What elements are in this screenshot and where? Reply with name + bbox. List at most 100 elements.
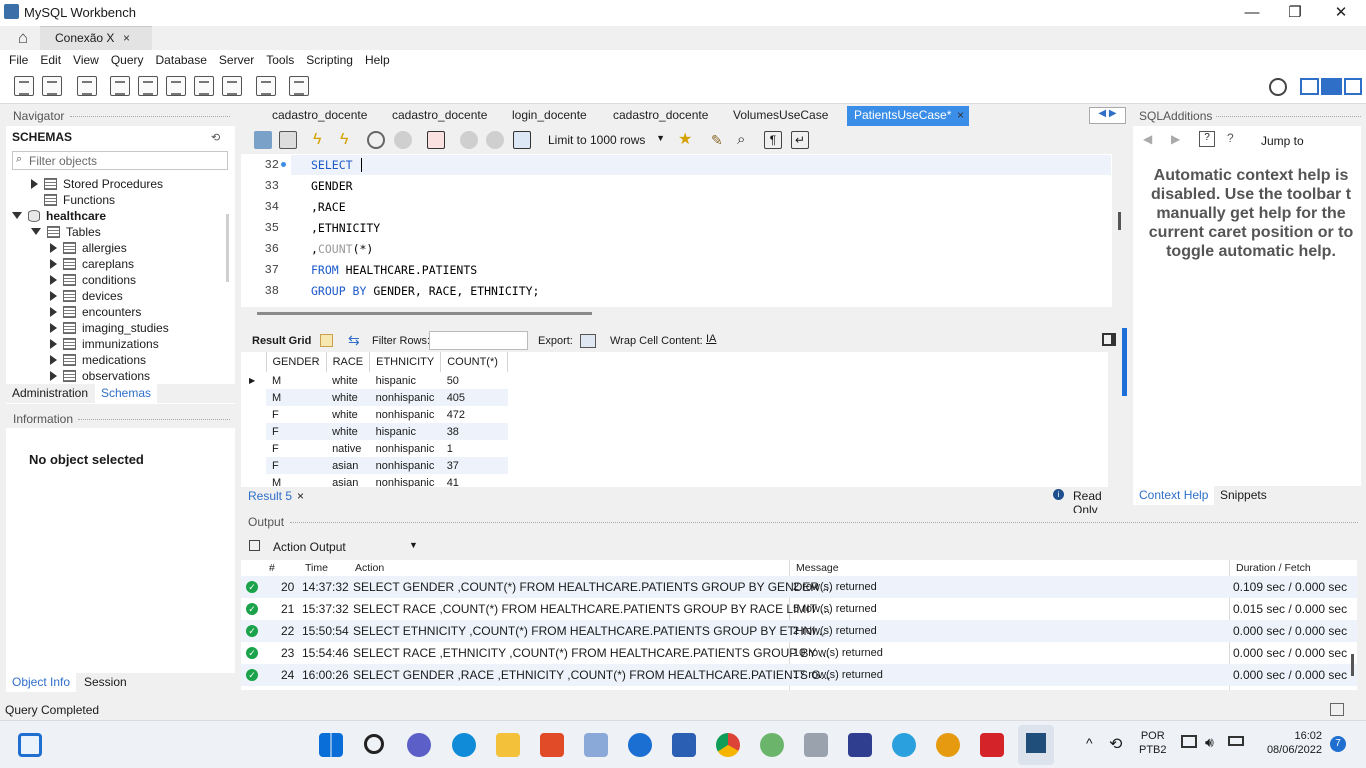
tab-context-help[interactable]: Context Help [1133,486,1215,505]
tab-scroll-arrows-icon[interactable]: ◀ ▶ [1089,107,1126,124]
reconnect-icon[interactable] [289,76,309,96]
inspector-icon[interactable] [77,76,97,96]
grid-view-icon[interactable] [320,334,333,347]
tree-item-healthcare[interactable]: healthcare [12,208,106,224]
status-panel-icon[interactable] [1330,703,1344,716]
toggle-secondary-sidebar-icon[interactable] [1344,78,1362,95]
editor-scrollbar[interactable] [1118,212,1121,230]
search-icon[interactable] [364,734,384,754]
tab-schemas[interactable]: Schemas [95,384,158,403]
commit-icon[interactable] [460,131,478,149]
navigator-scrollbar[interactable] [226,214,229,282]
table-row[interactable]: Fwhite nonhispanic 472 [241,406,508,423]
new-sql-tab-icon[interactable] [14,76,34,96]
file-explorer-icon[interactable] [496,733,520,757]
home-icon[interactable]: ⌂ [8,28,38,48]
tree-item-table[interactable]: observations [50,368,150,384]
rollback-icon[interactable] [486,131,504,149]
wrap-cell-icon[interactable]: IA [706,333,716,345]
menu-tools[interactable]: Tools [262,50,302,70]
edge-icon[interactable] [452,733,476,757]
autocommit-icon[interactable] [513,131,531,149]
tree-item-table[interactable]: medications [50,352,146,368]
column-header[interactable]: COUNT(*) [440,352,509,372]
find-icon[interactable]: ⌕ [737,131,755,149]
toggle-result-panel-icon[interactable] [1102,333,1116,346]
menu-database[interactable]: Database [152,50,215,70]
table-row[interactable]: Fnative nonhispanic 1 [241,440,508,457]
invisible-chars-icon[interactable]: ¶ [764,131,782,149]
toggle-output-icon[interactable] [1321,78,1342,95]
acrobat-icon[interactable] [980,733,1004,757]
printer-icon[interactable] [804,733,828,757]
table-row[interactable]: Masian nonhispanic 41 [241,474,508,488]
chevron-up-icon[interactable]: ^ [1086,735,1093,751]
beautify-icon[interactable]: ✎ [711,131,729,149]
windows-start-icon[interactable] [319,733,343,757]
copy-icon[interactable] [249,540,260,551]
office-icon[interactable] [540,733,564,757]
tree-item-functions[interactable]: Functions [44,192,115,208]
minimize-button[interactable]: — [1229,0,1275,26]
close-result-icon[interactable]: × [297,489,304,503]
tree-item-table[interactable]: conditions [50,272,136,288]
display-icon[interactable] [1181,735,1197,748]
app-bowl-icon[interactable] [936,733,960,757]
back-arrow-icon[interactable]: ◀ [1143,132,1152,146]
tree-item-table[interactable]: devices [50,288,123,304]
wrap-lines-icon[interactable]: ↵ [791,131,809,149]
tab-sql-editor[interactable]: cadastro_docente [272,106,367,126]
create-function-icon[interactable] [222,76,242,96]
teams-icon[interactable] [407,733,431,757]
output-row[interactable]: ✓ 21 15:37:32 SELECT RACE ,COUNT(*) FROM… [241,598,1357,620]
output-row[interactable]: ✓ 24 16:00:26 SELECT GENDER ,RACE ,ETHNI… [241,664,1357,686]
execute-icon[interactable]: ϟ [313,131,331,149]
add-snippet-icon[interactable]: ★ [678,131,696,149]
menu-file[interactable]: File [5,50,36,70]
menu-query[interactable]: Query [107,50,152,70]
tab-sql-editor[interactable]: VolumesUseCase [733,106,828,126]
menu-edit[interactable]: Edit [36,50,69,70]
workbench-taskbar-button[interactable] [1018,725,1054,765]
create-table-icon[interactable] [138,76,158,96]
close-tab-icon[interactable]: × [957,108,964,122]
output-row[interactable]: ✓ 23 15:54:46 SELECT RACE ,ETHNICITY ,CO… [241,642,1357,664]
telegram-icon[interactable] [892,733,916,757]
tree-item-table[interactable]: imaging_studies [50,320,169,336]
word-icon[interactable] [672,733,696,757]
execute-current-icon[interactable]: ϟ [340,131,358,149]
create-schema-icon[interactable] [110,76,130,96]
connection-tab[interactable]: Conexão X × [40,26,152,50]
close-window-button[interactable]: ✕ [1318,0,1364,26]
output-row[interactable]: ✓ 20 14:37:32 SELECT GENDER ,COUNT(*) FR… [241,576,1357,598]
menu-scripting[interactable]: Scripting [302,50,361,70]
tab-sql-editor-active[interactable]: PatientsUseCase* × [847,106,969,126]
create-view-icon[interactable] [166,76,186,96]
tree-item-table[interactable]: allergies [50,240,127,256]
clock[interactable]: 16:02 08/06/2022 [1262,730,1322,756]
table-row[interactable]: ▶ Mwhite hispanic 50 [241,372,508,389]
preferences-gear-icon[interactable] [1269,78,1287,96]
teamviewer-icon[interactable] [628,733,652,757]
tab-object-info[interactable]: Object Info [6,673,77,692]
refresh-icon[interactable]: ⇆ [348,332,360,349]
menu-view[interactable]: View [69,50,107,70]
open-sql-script-icon[interactable] [42,76,62,96]
toggle-sidebar-icon[interactable] [1300,78,1319,95]
column-header[interactable]: RACE [326,352,371,372]
tab-session[interactable]: Session [78,673,133,692]
column-header[interactable]: ETHNICITY [369,352,442,372]
close-tab-icon[interactable]: × [123,31,130,45]
save-icon[interactable] [279,131,297,149]
stop-icon[interactable] [394,131,412,149]
tab-sql-editor[interactable]: login_docente [512,106,587,126]
tab-sql-editor[interactable]: cadastro_docente [392,106,487,126]
create-procedure-icon[interactable] [194,76,214,96]
toggle-continue-on-error-icon[interactable] [427,131,445,149]
tab-administration[interactable]: Administration [6,384,95,403]
filter-objects-input[interactable]: ⌕ Filter objects [12,151,228,170]
menu-help[interactable]: Help [361,50,398,70]
tree-item-table[interactable]: encounters [50,304,141,320]
tree-item-tables[interactable]: Tables [31,224,101,240]
volume-icon[interactable]: 🔊︎ [1205,734,1214,751]
